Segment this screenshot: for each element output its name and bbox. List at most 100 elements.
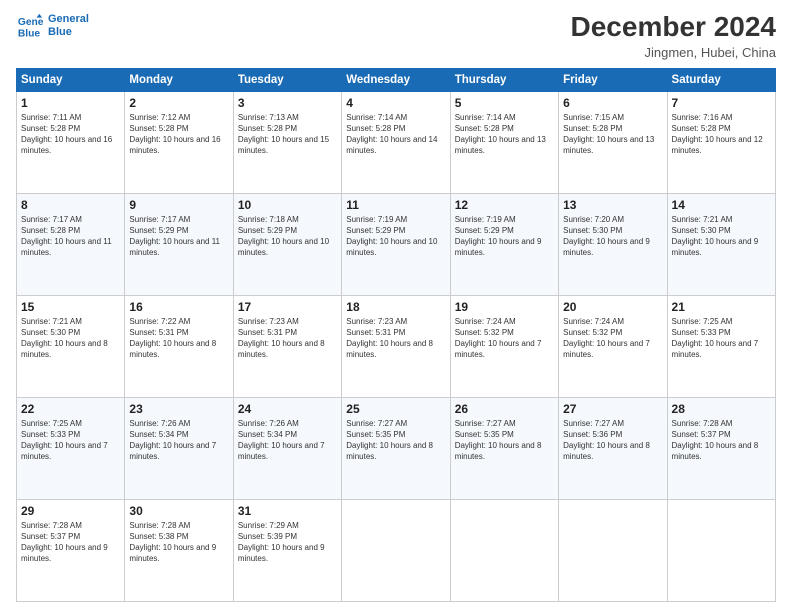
col-saturday: Saturday bbox=[667, 68, 775, 91]
svg-text:General: General bbox=[18, 17, 44, 28]
day-info: Sunrise: 7:23 AMSunset: 5:31 PMDaylight:… bbox=[346, 317, 433, 360]
day-info: Sunrise: 7:23 AMSunset: 5:31 PMDaylight:… bbox=[238, 317, 325, 360]
table-row: 15 Sunrise: 7:21 AMSunset: 5:30 PMDayligh… bbox=[17, 295, 125, 397]
day-number: 15 bbox=[21, 300, 120, 314]
day-number: 23 bbox=[129, 402, 228, 416]
location: Jingmen, Hubei, China bbox=[571, 45, 776, 60]
table-row: 23 Sunrise: 7:26 AMSunset: 5:34 PMDayligh… bbox=[125, 397, 233, 499]
table-row: 28 Sunrise: 7:28 AMSunset: 5:37 PMDayligh… bbox=[667, 397, 775, 499]
day-info: Sunrise: 7:18 AMSunset: 5:29 PMDaylight:… bbox=[238, 215, 329, 258]
day-info: Sunrise: 7:28 AMSunset: 5:37 PMDaylight:… bbox=[21, 521, 108, 564]
day-number: 3 bbox=[238, 96, 337, 110]
table-row: 16Sunrise: 7:22 AMSunset: 5:31 PMDayligh… bbox=[125, 295, 233, 397]
table-row: 4 Sunrise: 7:14 AMSunset: 5:28 PMDaylight… bbox=[342, 91, 450, 193]
day-info: Sunrise: 7:19 AMSunset: 5:29 PMDaylight:… bbox=[455, 215, 542, 258]
day-info: Sunrise: 7:27 AMSunset: 5:35 PMDaylight:… bbox=[455, 419, 542, 462]
table-row: 22Sunrise: 7:25 AMSunset: 5:33 PMDayligh… bbox=[17, 397, 125, 499]
day-number: 30 bbox=[129, 504, 228, 518]
table-row: 7 Sunrise: 7:16 AMSunset: 5:28 PMDaylight… bbox=[667, 91, 775, 193]
day-number: 6 bbox=[563, 96, 662, 110]
col-wednesday: Wednesday bbox=[342, 68, 450, 91]
col-monday: Monday bbox=[125, 68, 233, 91]
col-sunday: Sunday bbox=[17, 68, 125, 91]
day-number: 2 bbox=[129, 96, 228, 110]
day-number: 1 bbox=[21, 96, 120, 110]
table-row: 20Sunrise: 7:24 AMSunset: 5:32 PMDayligh… bbox=[559, 295, 667, 397]
day-info: Sunrise: 7:14 AMSunset: 5:28 PMDaylight:… bbox=[346, 113, 437, 156]
day-number: 17 bbox=[238, 300, 337, 314]
table-row bbox=[559, 499, 667, 601]
day-info: Sunrise: 7:13 AMSunset: 5:28 PMDaylight:… bbox=[238, 113, 329, 156]
header: General Blue General Blue December 2024 … bbox=[16, 12, 776, 60]
day-number: 29 bbox=[21, 504, 120, 518]
day-number: 10 bbox=[238, 198, 337, 212]
table-row: 30 Sunrise: 7:28 AMSunset: 5:38 PMDayligh… bbox=[125, 499, 233, 601]
svg-text:Blue: Blue bbox=[18, 28, 41, 39]
day-info: Sunrise: 7:16 AMSunset: 5:28 PMDaylight:… bbox=[672, 113, 763, 156]
day-info: Sunrise: 7:27 AMSunset: 5:36 PMDaylight:… bbox=[563, 419, 650, 462]
table-row bbox=[342, 499, 450, 601]
day-number: 19 bbox=[455, 300, 554, 314]
day-info: Sunrise: 7:26 AMSunset: 5:34 PMDaylight:… bbox=[238, 419, 325, 462]
table-row: 19 Sunrise: 7:24 AMSunset: 5:32 PMDayligh… bbox=[450, 295, 558, 397]
day-info: Sunrise: 7:24 AMSunset: 5:32 PMDaylight:… bbox=[455, 317, 542, 360]
table-row: 6 Sunrise: 7:15 AMSunset: 5:28 PMDaylight… bbox=[559, 91, 667, 193]
day-info: Sunrise: 7:12 AMSunset: 5:28 PMDaylight:… bbox=[129, 113, 220, 156]
table-row: 21Sunrise: 7:25 AMSunset: 5:33 PMDayligh… bbox=[667, 295, 775, 397]
day-info: Sunrise: 7:17 AMSunset: 5:28 PMDaylight:… bbox=[21, 215, 112, 258]
day-number: 4 bbox=[346, 96, 445, 110]
table-row: 1 Sunrise: 7:11 AMSunset: 5:28 PMDaylight… bbox=[17, 91, 125, 193]
logo: General Blue General Blue bbox=[16, 12, 89, 40]
day-info: Sunrise: 7:24 AMSunset: 5:32 PMDaylight:… bbox=[563, 317, 650, 360]
day-number: 14 bbox=[672, 198, 771, 212]
day-info: Sunrise: 7:21 AMSunset: 5:30 PMDaylight:… bbox=[672, 215, 759, 258]
day-info: Sunrise: 7:28 AMSunset: 5:37 PMDaylight:… bbox=[672, 419, 759, 462]
table-row: 25 Sunrise: 7:27 AMSunset: 5:35 PMDayligh… bbox=[342, 397, 450, 499]
day-number: 9 bbox=[129, 198, 228, 212]
calendar-week-row: 22Sunrise: 7:25 AMSunset: 5:33 PMDayligh… bbox=[17, 397, 776, 499]
day-number: 25 bbox=[346, 402, 445, 416]
table-row bbox=[450, 499, 558, 601]
table-row: 3 Sunrise: 7:13 AMSunset: 5:28 PMDaylight… bbox=[233, 91, 341, 193]
day-number: 28 bbox=[672, 402, 771, 416]
day-number: 13 bbox=[563, 198, 662, 212]
table-row: 10 Sunrise: 7:18 AMSunset: 5:29 PMDayligh… bbox=[233, 193, 341, 295]
day-info: Sunrise: 7:15 AMSunset: 5:28 PMDaylight:… bbox=[563, 113, 654, 156]
day-number: 21 bbox=[672, 300, 771, 314]
table-row: 8 Sunrise: 7:17 AMSunset: 5:28 PMDaylight… bbox=[17, 193, 125, 295]
day-info: Sunrise: 7:27 AMSunset: 5:35 PMDaylight:… bbox=[346, 419, 433, 462]
table-row: 11 Sunrise: 7:19 AMSunset: 5:29 PMDayligh… bbox=[342, 193, 450, 295]
calendar-week-row: 8 Sunrise: 7:17 AMSunset: 5:28 PMDaylight… bbox=[17, 193, 776, 295]
day-info: Sunrise: 7:20 AMSunset: 5:30 PMDaylight:… bbox=[563, 215, 650, 258]
day-info: Sunrise: 7:21 AMSunset: 5:30 PMDaylight:… bbox=[21, 317, 108, 360]
day-info: Sunrise: 7:29 AMSunset: 5:39 PMDaylight:… bbox=[238, 521, 325, 564]
col-tuesday: Tuesday bbox=[233, 68, 341, 91]
table-row: 9 Sunrise: 7:17 AMSunset: 5:29 PMDaylight… bbox=[125, 193, 233, 295]
day-info: Sunrise: 7:19 AMSunset: 5:29 PMDaylight:… bbox=[346, 215, 437, 258]
day-info: Sunrise: 7:28 AMSunset: 5:38 PMDaylight:… bbox=[129, 521, 216, 564]
table-row: 2 Sunrise: 7:12 AMSunset: 5:28 PMDaylight… bbox=[125, 91, 233, 193]
calendar-table: Sunday Monday Tuesday Wednesday Thursday… bbox=[16, 68, 776, 602]
table-row: 14 Sunrise: 7:21 AMSunset: 5:30 PMDayligh… bbox=[667, 193, 775, 295]
day-number: 27 bbox=[563, 402, 662, 416]
day-number: 24 bbox=[238, 402, 337, 416]
day-info: Sunrise: 7:25 AMSunset: 5:33 PMDaylight:… bbox=[21, 419, 108, 462]
table-row: 12Sunrise: 7:19 AMSunset: 5:29 PMDayligh… bbox=[450, 193, 558, 295]
table-row: 27 Sunrise: 7:27 AMSunset: 5:36 PMDayligh… bbox=[559, 397, 667, 499]
day-info: Sunrise: 7:17 AMSunset: 5:29 PMDaylight:… bbox=[129, 215, 220, 258]
day-info: Sunrise: 7:26 AMSunset: 5:34 PMDaylight:… bbox=[129, 419, 216, 462]
day-number: 16 bbox=[129, 300, 228, 314]
table-row: 31Sunrise: 7:29 AMSunset: 5:39 PMDayligh… bbox=[233, 499, 341, 601]
table-row: 17 Sunrise: 7:23 AMSunset: 5:31 PMDayligh… bbox=[233, 295, 341, 397]
calendar-week-row: 1 Sunrise: 7:11 AMSunset: 5:28 PMDaylight… bbox=[17, 91, 776, 193]
table-row bbox=[667, 499, 775, 601]
calendar-header-row: Sunday Monday Tuesday Wednesday Thursday… bbox=[17, 68, 776, 91]
col-thursday: Thursday bbox=[450, 68, 558, 91]
calendar-week-row: 29 Sunrise: 7:28 AMSunset: 5:37 PMDayligh… bbox=[17, 499, 776, 601]
table-row: 13 Sunrise: 7:20 AMSunset: 5:30 PMDayligh… bbox=[559, 193, 667, 295]
day-number: 11 bbox=[346, 198, 445, 212]
day-number: 5 bbox=[455, 96, 554, 110]
day-number: 8 bbox=[21, 198, 120, 212]
day-info: Sunrise: 7:11 AMSunset: 5:28 PMDaylight:… bbox=[21, 113, 112, 156]
day-number: 7 bbox=[672, 96, 771, 110]
